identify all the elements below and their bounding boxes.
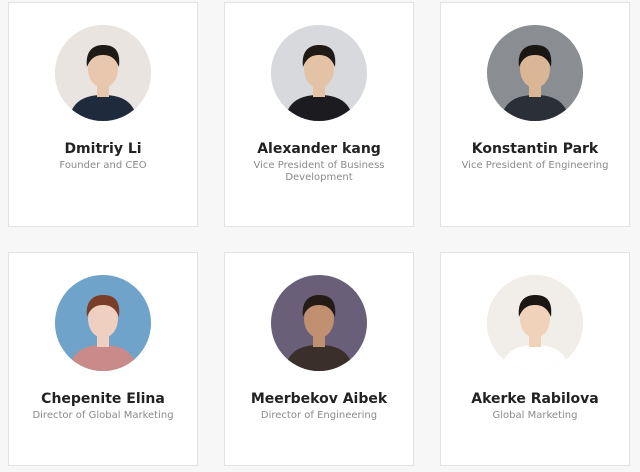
member-title: Founder and CEO	[59, 160, 147, 171]
member-name: Konstantin Park	[471, 141, 599, 157]
member-title: Global Marketing	[492, 410, 578, 421]
member-title: Director of Global Marketing	[32, 410, 174, 421]
member-title: Vice President of Engineering	[461, 160, 609, 171]
member-name: Dmitriy Li	[64, 141, 142, 157]
member-name: Chepenite Elina	[41, 391, 165, 407]
member-name: Alexander kang	[257, 141, 381, 157]
avatar	[55, 25, 151, 121]
portrait-photo	[487, 275, 583, 371]
member-name: Meerbekov Aibek	[250, 391, 388, 407]
avatar	[271, 25, 367, 121]
portrait-photo	[271, 275, 367, 371]
avatar	[271, 275, 367, 371]
team-card: Chepenite Elina Director of Global Marke…	[8, 252, 198, 466]
portrait-photo	[55, 25, 151, 121]
portrait-photo	[487, 25, 583, 121]
team-card: Akerke Rabilova Global Marketing	[440, 252, 630, 466]
team-card: Meerbekov Aibek Director of Engineering	[224, 252, 414, 466]
member-title: Director of Engineering	[260, 410, 378, 421]
team-card: Dmitriy Li Founder and CEO	[8, 2, 198, 227]
team-card: Alexander kang Vice President of Busines…	[224, 2, 414, 227]
avatar	[487, 275, 583, 371]
avatar	[55, 275, 151, 371]
team-card: Konstantin Park Vice President of Engine…	[440, 2, 630, 227]
avatar	[487, 25, 583, 121]
portrait-photo	[271, 25, 367, 121]
member-name: Akerke Rabilova	[471, 391, 599, 407]
member-title: Vice President of Business Development	[253, 160, 385, 183]
portrait-photo	[55, 275, 151, 371]
